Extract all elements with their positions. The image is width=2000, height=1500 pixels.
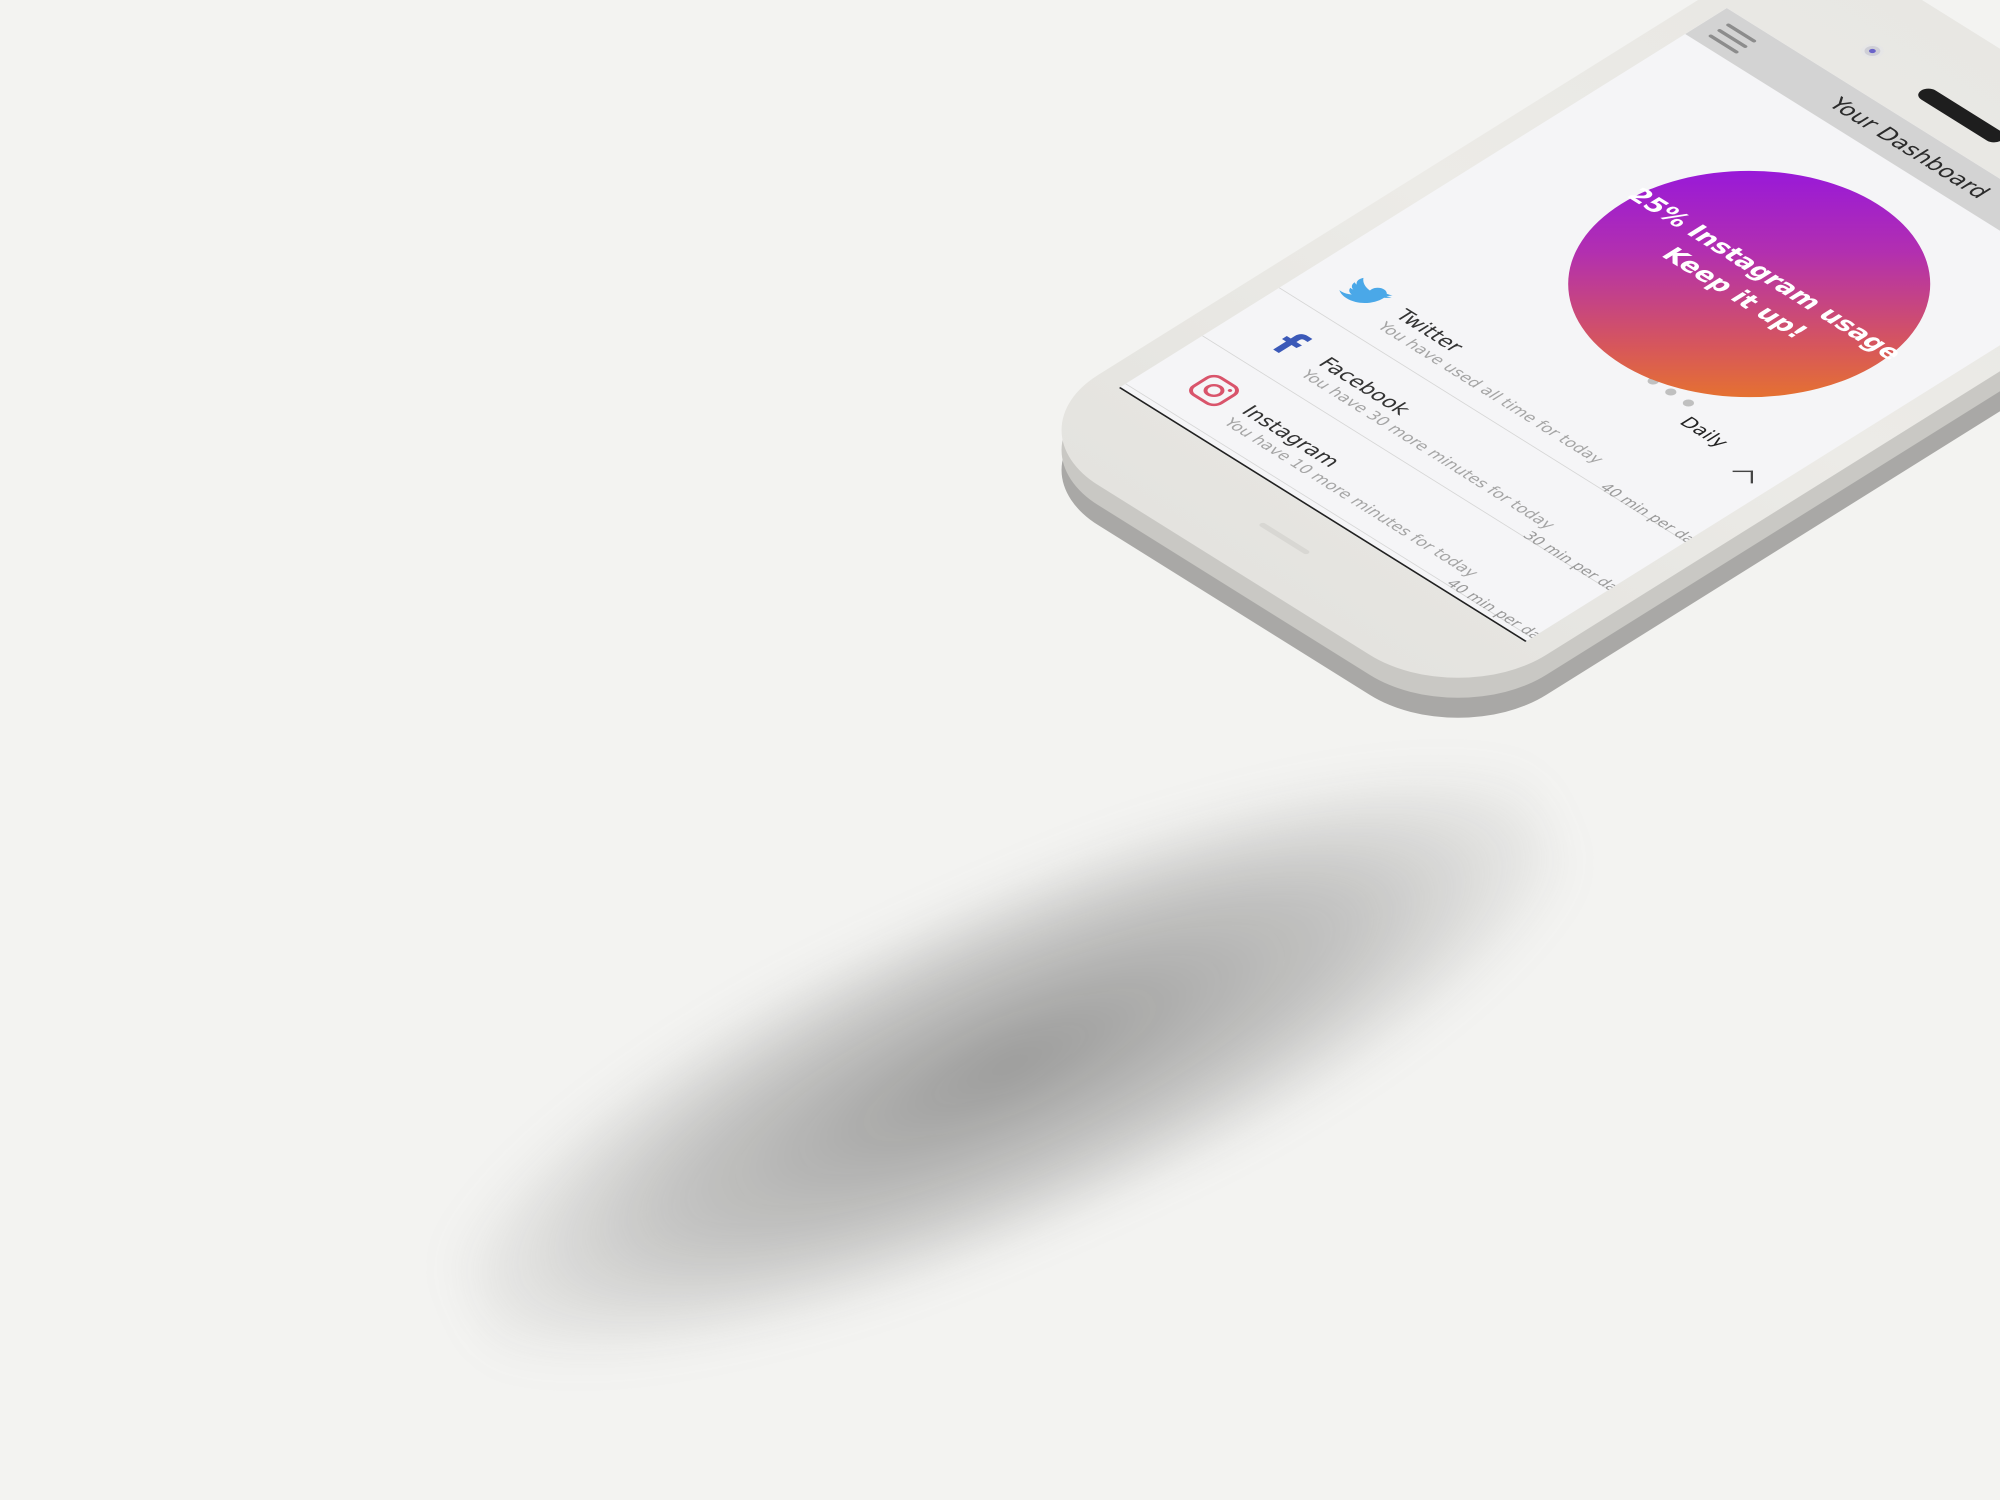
phone-body: Instagram You have 10 more minutes for t… [1010,0,2000,710]
front-camera [1856,41,1889,61]
page-dot [1680,398,1697,408]
chevron-down-icon[interactable] [1732,470,1753,484]
mockup-stage: Instagram You have 10 more minutes for t… [0,0,2000,1500]
app-limit: 40 min per day [1442,576,1555,643]
phone-shadow [403,674,1617,1456]
page-dot [1662,387,1679,397]
facebook-f-icon [1273,334,1313,353]
home-indicator [1258,522,1311,555]
app-screen: Instagram You have 10 more minutes for t… [1118,8,2000,643]
twitter-bird-icon [1339,277,1393,303]
instagram-camera-icon [1189,374,1239,407]
page-title: Your Dashboard [1822,93,1997,203]
